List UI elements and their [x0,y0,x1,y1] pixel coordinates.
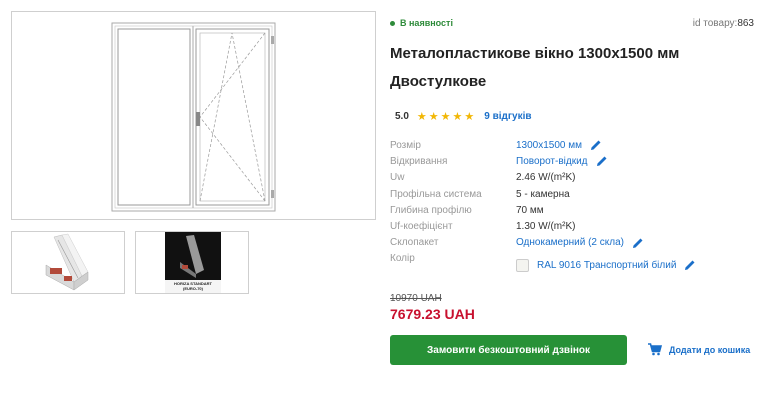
spec-row-uw: Uw 2.46 W/(m²K) [390,170,696,186]
spec-value-opening[interactable]: Поворот-відкид [516,155,608,167]
spec-value[interactable]: Однокамерний (2 скла) [516,237,624,248]
product-id-label: id товару: [692,18,738,29]
availability-label: В наявності [400,18,453,28]
product-id: id товару:863 [693,18,754,29]
add-to-cart-button[interactable]: Додати до кошика [648,343,750,356]
thumbnail-profile[interactable] [11,231,125,294]
spec-row-color: Колір RAL 9016 Транспортний білий [390,251,696,279]
spec-value[interactable]: 1300x1500 мм [516,140,582,151]
spec-row-profile-depth: Глибина профілю 70 мм [390,202,696,218]
thumbnail-profile-horiza[interactable]: HORIZA STANDART (EURO-70) [135,231,249,294]
product-specs: Розмір 1300x1500 мм Відкривання Поворот-… [390,137,696,279]
old-price: 10970 UAH [390,293,442,304]
spec-label: Профільна система [390,188,482,200]
star-icon: ★ [464,111,477,123]
spec-value[interactable]: RAL 9016 Транспортний білий [537,260,676,271]
product-main-image[interactable] [11,11,376,220]
spec-value: 1.30 W/(m²K) [516,221,576,233]
window-drawing [111,22,276,212]
spec-row-profile-system: Профільна система 5 - камерна [390,186,696,202]
spec-value-size[interactable]: 1300x1500 мм [516,139,602,151]
star-icon: ★ [416,111,429,123]
rating-row: 5.0 ★★★★★ 9 відгуків [395,110,532,123]
spec-label: Uf-коефіцієнт [390,221,453,233]
spec-label: Розмір [390,139,421,151]
spec-row-size: Розмір 1300x1500 мм [390,137,696,153]
in-stock-dot-icon [390,21,395,27]
spec-label: Глибина профілю [390,204,472,216]
spec-value: 70 мм [516,204,544,216]
star-icon: ★ [428,111,441,123]
spec-row-glazing: Склопакет Однокамерний (2 скла) [390,235,696,251]
spec-value: 2.46 W/(m²K) [516,172,576,184]
spec-label: Відкривання [390,155,448,167]
spec-value-color[interactable]: RAL 9016 Транспортний білий [516,258,696,272]
spec-value-glazing[interactable]: Однокамерний (2 скла) [516,237,644,249]
add-to-cart-label[interactable]: Додати до кошика [669,345,750,355]
product-title: Металопластикове вікно 1300x1500 мм Двос… [390,45,680,90]
current-price: 7679.23 UAH [390,306,475,322]
pencil-edit-icon[interactable] [596,155,608,167]
product-id-value: 863 [737,18,754,29]
pencil-edit-icon[interactable] [632,237,644,249]
color-swatch[interactable] [516,258,529,272]
order-callback-button[interactable]: Замовити безкоштовний дзвінок [390,335,627,365]
cart-icon [648,343,662,356]
spec-label: Склопакет [390,237,439,249]
rating-stars: ★★★★★ [417,110,476,123]
reviews-link[interactable]: 9 відгуків [484,111,531,122]
star-icon: ★ [440,111,453,123]
spec-row-opening: Відкривання Поворот-відкид [390,153,696,169]
availability-status: В наявності [390,18,453,28]
spec-row-uf: Uf-коефіцієнт 1.30 W/(m²K) [390,218,696,234]
rating-value: 5.0 [395,111,409,122]
spec-label: Uw [390,172,405,184]
spec-value: 5 - камерна [516,188,570,200]
profile-section-image [45,233,89,291]
pencil-edit-icon[interactable] [684,259,696,271]
spec-value[interactable]: Поворот-відкид [516,156,588,167]
pencil-edit-icon[interactable] [590,139,602,151]
spec-label: Колір [390,253,415,265]
star-icon: ★ [452,111,465,123]
thumbnail-caption-line2: (EURO-70) [182,286,203,291]
